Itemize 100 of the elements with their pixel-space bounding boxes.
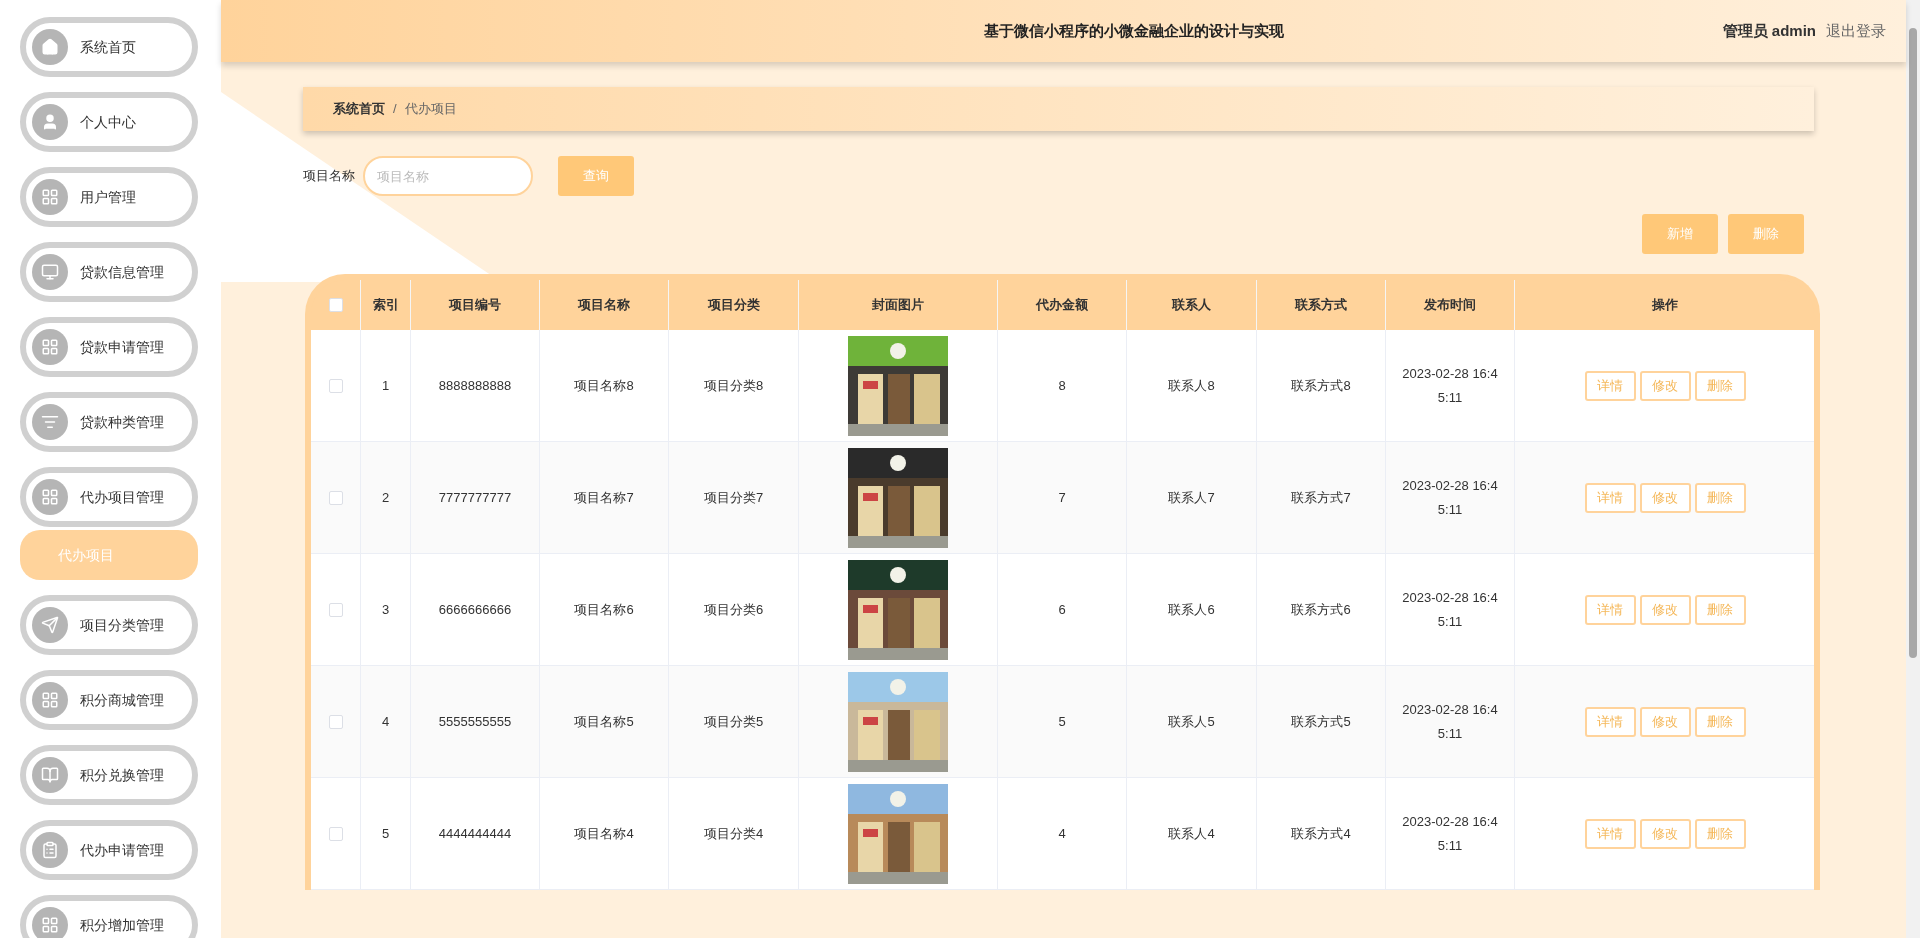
table-cell-text: 4 bbox=[1058, 824, 1066, 843]
table-cell-text: 项目名称8 bbox=[574, 376, 634, 395]
table-cell-text: 项目分类5 bbox=[703, 712, 764, 731]
table-cell-text: 5 bbox=[1058, 712, 1066, 731]
delete-button[interactable]: 删除 bbox=[1694, 594, 1746, 625]
grid-icon bbox=[41, 916, 59, 934]
delete-button[interactable]: 删除 bbox=[1694, 370, 1746, 401]
column-header: 项目分类 bbox=[707, 296, 760, 315]
table-cell-text: 2023-02-28 16:45:11 bbox=[1401, 700, 1499, 743]
table-cell-text: 联系人7 bbox=[1168, 488, 1215, 507]
edit-button[interactable]: 修改 bbox=[1639, 818, 1691, 849]
table-cell-text: 4 bbox=[381, 712, 390, 731]
monitor-icon bbox=[41, 263, 59, 281]
detail-button[interactable]: 详情 bbox=[1584, 482, 1636, 513]
sidebar-item[interactable]: 贷款申请管理 bbox=[20, 317, 198, 377]
clipboard-icon bbox=[41, 841, 59, 859]
table-cell-text: 2023-02-28 16:45:11 bbox=[1401, 588, 1499, 631]
sidebar-item[interactable]: 贷款种类管理 bbox=[20, 392, 198, 452]
edit-button[interactable]: 修改 bbox=[1639, 370, 1691, 401]
book-icon bbox=[41, 766, 59, 784]
edit-button[interactable]: 修改 bbox=[1639, 706, 1691, 737]
sidebar-item[interactable]: 积分兑换管理 bbox=[20, 745, 198, 805]
table-cell-text: 2 bbox=[381, 488, 390, 507]
grid-icon bbox=[41, 488, 59, 506]
table-cell-text: 6666666666 bbox=[438, 600, 512, 619]
checkbox[interactable] bbox=[328, 490, 343, 505]
logout-link[interactable]: 退出登录 bbox=[1826, 19, 1886, 43]
edit-button[interactable]: 修改 bbox=[1639, 482, 1691, 513]
column-header: 操作 bbox=[1652, 296, 1678, 315]
checkbox[interactable] bbox=[328, 826, 343, 841]
table-cell-text: 联系人5 bbox=[1168, 712, 1215, 731]
detail-button[interactable]: 详情 bbox=[1584, 706, 1636, 737]
sidebar-item[interactable]: 个人中心 bbox=[20, 92, 198, 152]
table-cell-text: 2023-02-28 16:45:11 bbox=[1401, 476, 1499, 519]
sidebar-item[interactable]: 代办项目管理 bbox=[20, 467, 198, 527]
table-cell-text: 项目分类7 bbox=[703, 488, 764, 507]
column-header: 联系方式 bbox=[1295, 296, 1347, 315]
sidebar-item[interactable]: 用户管理 bbox=[20, 167, 198, 227]
page-title: 基于微信小程序的小微金融企业的设计与实现 bbox=[983, 20, 1284, 41]
home-icon bbox=[41, 38, 59, 56]
sidebar-item[interactable]: 积分增加管理 bbox=[20, 895, 198, 938]
table-cell-text: 5 bbox=[381, 824, 390, 843]
detail-button[interactable]: 详情 bbox=[1584, 594, 1636, 625]
sidebar-item[interactable]: 代办申请管理 bbox=[20, 820, 198, 880]
table-cell-text: 联系方式8 bbox=[1291, 376, 1351, 395]
delete-button[interactable]: 删除 bbox=[1728, 214, 1804, 254]
table-cell-text: 项目名称7 bbox=[574, 488, 634, 507]
detail-button[interactable]: 详情 bbox=[1584, 818, 1636, 849]
table-cell-text: 3 bbox=[381, 600, 390, 619]
table-cell-text: 联系人4 bbox=[1168, 824, 1215, 843]
table-cell-text: 2023-02-28 16:45:11 bbox=[1401, 812, 1499, 855]
detail-button[interactable]: 详情 bbox=[1584, 370, 1636, 401]
table-cell-text: 联系方式5 bbox=[1291, 712, 1351, 731]
column-header: 发布时间 bbox=[1424, 296, 1476, 315]
table-cell-text: 项目名称4 bbox=[574, 824, 634, 843]
checkbox[interactable] bbox=[328, 602, 343, 617]
table-cell-text: 项目分类8 bbox=[703, 376, 764, 395]
column-header: 项目名称 bbox=[578, 296, 630, 315]
user-icon bbox=[41, 113, 59, 131]
table-cell-text: 联系人8 bbox=[1168, 376, 1215, 395]
table-cell-text: 7777777777 bbox=[438, 488, 512, 507]
column-header: 联系人 bbox=[1172, 296, 1211, 315]
search-field[interactable]: 项目名称 bbox=[363, 156, 533, 196]
grid-icon bbox=[41, 691, 59, 709]
grid-icon bbox=[41, 338, 59, 356]
breadcrumb-separator: / bbox=[393, 100, 397, 119]
table-cell-text: 联系人6 bbox=[1168, 600, 1215, 619]
table-cell-text: 1 bbox=[381, 376, 390, 395]
user-name: 管理员 admin bbox=[1722, 20, 1816, 41]
search-button[interactable]: 查询 bbox=[558, 156, 634, 196]
sidebar-item[interactable]: 项目分类管理 bbox=[20, 595, 198, 655]
sidebar-subitem[interactable]: 代办项目 bbox=[20, 530, 198, 580]
paper-plane-icon bbox=[41, 616, 59, 634]
column-header: 封面图片 bbox=[872, 296, 924, 315]
breadcrumb-link[interactable]: 代办项目 bbox=[404, 99, 457, 119]
edit-button[interactable]: 修改 bbox=[1639, 594, 1691, 625]
table-cell-text: 联系方式4 bbox=[1291, 824, 1351, 843]
table-cell-text: 6 bbox=[1058, 600, 1066, 619]
table-cell-text: 8888888888 bbox=[438, 376, 512, 395]
checkbox[interactable] bbox=[328, 714, 343, 729]
breadcrumb-link[interactable]: 系统首页 bbox=[333, 99, 385, 119]
table-cell-text: 联系方式6 bbox=[1291, 600, 1351, 619]
checkbox[interactable] bbox=[328, 378, 343, 393]
delete-button[interactable]: 删除 bbox=[1694, 818, 1746, 849]
sidebar-item[interactable]: 系统首页 bbox=[20, 17, 198, 77]
table-cell-text: 7 bbox=[1058, 488, 1066, 507]
table-cell-text: 4444444444 bbox=[438, 824, 512, 843]
column-header: 项目编号 bbox=[449, 296, 501, 315]
add-button[interactable]: 新增 bbox=[1642, 214, 1718, 254]
column-header: 代办金额 bbox=[1036, 296, 1088, 315]
table-cell-text: 项目名称5 bbox=[574, 712, 634, 731]
checkbox[interactable] bbox=[328, 298, 343, 312]
table-cell-text: 2023-02-28 16:45:11 bbox=[1401, 364, 1499, 407]
list-icon bbox=[41, 413, 59, 431]
table-cell-text: 5555555555 bbox=[438, 712, 512, 731]
sidebar-item[interactable]: 贷款信息管理 bbox=[20, 242, 198, 302]
delete-button[interactable]: 删除 bbox=[1694, 706, 1746, 737]
delete-button[interactable]: 删除 bbox=[1694, 482, 1746, 513]
sidebar-item[interactable]: 积分商城管理 bbox=[20, 670, 198, 730]
field-label: 项目名称 bbox=[303, 167, 355, 186]
